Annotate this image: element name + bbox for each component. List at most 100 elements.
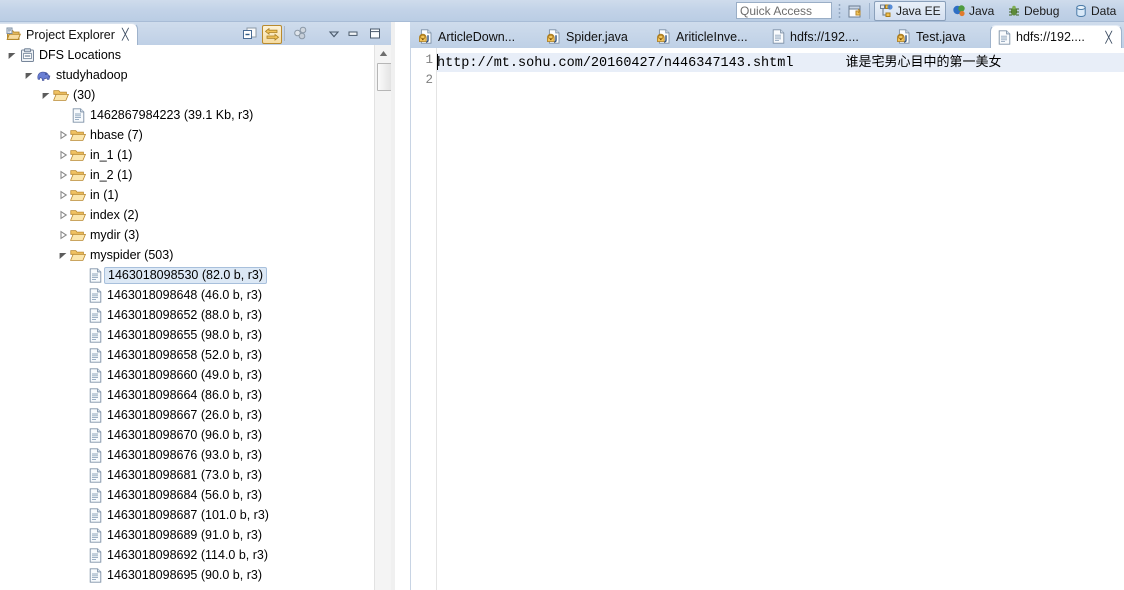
tab-project-explorer[interactable]: Project Explorer ╳	[0, 23, 138, 45]
tree-item[interactable]: 1463018098687 (101.0 b, r3)	[0, 505, 374, 525]
tree-item[interactable]: 1463018098692 (114.0 b, r3)	[0, 545, 374, 565]
tree-item[interactable]: studyhadoop	[0, 65, 374, 85]
tree-item[interactable]: 1463018098681 (73.0 b, r3)	[0, 465, 374, 485]
minimize-icon[interactable]	[344, 25, 362, 42]
link-with-editor-icon[interactable]	[262, 25, 282, 44]
tree-item-label: 1463018098667 (26.0 b, r3)	[107, 408, 262, 422]
tree-item-label: 1463018098676 (93.0 b, r3)	[107, 448, 262, 462]
tree-item-label: 1463018098692 (114.0 b, r3)	[107, 548, 269, 562]
debug-perspective-icon	[1007, 4, 1021, 18]
tree-item[interactable]: mydir (3)	[0, 225, 374, 245]
perspective-debug[interactable]: Debug	[1003, 1, 1063, 21]
collapse-all-icon[interactable]	[241, 25, 259, 42]
tree-item[interactable]: 1463018098658 (52.0 b, r3)	[0, 345, 374, 365]
editor-tab-label: Spider.java	[566, 29, 628, 44]
file-icon	[87, 487, 103, 503]
twisty-none	[74, 530, 85, 541]
view-menu-icon[interactable]	[325, 25, 343, 42]
twisty-expanded-icon[interactable]	[57, 250, 68, 261]
tree-item[interactable]: myspider (503)	[0, 245, 374, 265]
text-file-icon	[772, 29, 785, 44]
twisty-collapsed-icon[interactable]	[57, 150, 68, 161]
editor-tab[interactable]: hdfs://192....	[765, 25, 883, 48]
tree-item-label: 1463018098687 (101.0 b, r3)	[107, 508, 269, 522]
twisty-none	[74, 310, 85, 321]
tree-item[interactable]: 1463018098695 (90.0 b, r3)	[0, 565, 374, 585]
editor-tab-active[interactable]: hdfs://192.... ╳	[990, 25, 1122, 48]
tree-item-label: 1463018098530 (82.0 b, r3)	[104, 266, 267, 284]
scrollbar-thumb[interactable]	[377, 63, 392, 91]
editor-area: ArticleDown... Spider.java AriticleInve...…	[410, 22, 1124, 590]
tree-item-label: 1463018098660 (49.0 b, r3)	[107, 368, 262, 382]
toolbar-grip-handle[interactable]	[838, 3, 841, 18]
tree-item[interactable]: in_1 (1)	[0, 145, 374, 165]
tree-item[interactable]: 1463018098648 (46.0 b, r3)	[0, 285, 374, 305]
tree-item-label: studyhadoop	[56, 68, 128, 82]
project-explorer-tree[interactable]: DFS Locations studyhadoop (30) 146286798422…	[0, 45, 374, 590]
twisty-expanded-icon[interactable]	[23, 70, 34, 81]
perspective-data[interactable]: Data	[1070, 1, 1120, 21]
folder-open-icon	[70, 127, 86, 143]
editor-tab[interactable]: Spider.java	[540, 25, 644, 48]
tree-vertical-scrollbar[interactable]	[374, 45, 392, 590]
twisty-none	[74, 350, 85, 361]
editor-tab[interactable]: ArticleDown...	[412, 25, 536, 48]
twisty-none	[74, 330, 85, 341]
tree-item[interactable]: 1463018098660 (49.0 b, r3)	[0, 365, 374, 385]
perspective-separator	[869, 3, 870, 19]
editor-tab-label: Test.java	[916, 29, 966, 44]
tree-item[interactable]: 1463018098667 (26.0 b, r3)	[0, 405, 374, 425]
editor-tab[interactable]: AriticleInve...	[650, 25, 760, 48]
line-number: 2	[425, 73, 433, 87]
editor-tab[interactable]: Test.java	[890, 25, 984, 48]
twisty-none	[74, 410, 85, 421]
perspective-java-ee[interactable]: Java EE	[874, 1, 946, 21]
editor-line[interactable]: http://mt.sohu.com/20160427/n446347143.s…	[437, 53, 1124, 72]
tree-item-label: 1463018098684 (56.0 b, r3)	[107, 488, 262, 502]
tree-item[interactable]: 1463018098676 (93.0 b, r3)	[0, 445, 374, 465]
close-icon[interactable]: ╳	[122, 28, 129, 41]
twisty-none	[74, 270, 85, 281]
twisty-collapsed-icon[interactable]	[57, 170, 68, 181]
tree-item[interactable]: DFS Locations	[0, 45, 374, 65]
tree-item[interactable]: hbase (7)	[0, 125, 374, 145]
perspective-java[interactable]: Java	[948, 1, 998, 21]
tree-item[interactable]: 1463018098670 (96.0 b, r3)	[0, 425, 374, 445]
tree-item[interactable]: 1463018098530 (82.0 b, r3)	[0, 265, 374, 285]
scroll-up-arrow-icon[interactable]	[375, 45, 392, 61]
tree-item[interactable]: in (1)	[0, 185, 374, 205]
java-file-icon	[657, 29, 671, 44]
tree-item[interactable]: 1463018098684 (56.0 b, r3)	[0, 485, 374, 505]
tree-item[interactable]: index (2)	[0, 205, 374, 225]
tree-item[interactable]: 1463018098689 (91.0 b, r3)	[0, 525, 374, 545]
tree-item-label: 1463018098681 (73.0 b, r3)	[107, 468, 262, 482]
tree-item[interactable]: (30)	[0, 85, 374, 105]
file-icon	[87, 447, 103, 463]
tree-item-label: 1462867984223 (39.1 Kb, r3)	[90, 108, 254, 122]
tree-item[interactable]: 1463018098652 (88.0 b, r3)	[0, 305, 374, 325]
close-icon[interactable]: ╳	[1105, 31, 1112, 44]
text-editor[interactable]: 12 http://mt.sohu.com/20160427/n44634714…	[410, 48, 1124, 590]
editor-text-area[interactable]: http://mt.sohu.com/20160427/n446347143.s…	[437, 48, 1124, 590]
maximize-icon[interactable]	[366, 25, 384, 42]
open-perspective-icon[interactable]	[846, 2, 864, 20]
tree-item[interactable]: 1463018098664 (86.0 b, r3)	[0, 385, 374, 405]
tree-item[interactable]: 1463018098655 (98.0 b, r3)	[0, 325, 374, 345]
perspective-label-java-ee: Java EE	[896, 4, 941, 18]
twisty-collapsed-icon[interactable]	[57, 210, 68, 221]
twisty-expanded-icon[interactable]	[6, 50, 17, 61]
twisty-none	[74, 570, 85, 581]
twisty-collapsed-icon[interactable]	[57, 230, 68, 241]
quick-access-input[interactable]: Quick Access	[736, 2, 832, 19]
twisty-none	[74, 490, 85, 501]
twisty-collapsed-icon[interactable]	[57, 130, 68, 141]
tree-item-label: (30)	[73, 88, 96, 102]
twisty-collapsed-icon[interactable]	[57, 190, 68, 201]
view-filters-icon[interactable]	[291, 25, 309, 42]
twisty-expanded-icon[interactable]	[40, 90, 51, 101]
project-explorer-title: Project Explorer	[26, 27, 115, 42]
file-icon	[87, 347, 103, 363]
tree-item[interactable]: 1462867984223 (39.1 Kb, r3)	[0, 105, 374, 125]
project-explorer-view: Project Explorer ╳ DFS Locations studyha…	[0, 22, 395, 590]
tree-item[interactable]: in_2 (1)	[0, 165, 374, 185]
